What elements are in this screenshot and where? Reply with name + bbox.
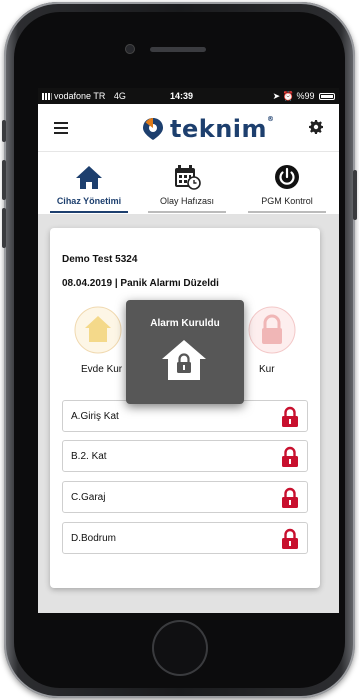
status-time: 14:39 xyxy=(170,91,194,101)
carrier: vodafone TR xyxy=(54,91,106,101)
device-card: Demo Test 5324 08.04.2019 | Panik Alarmı… xyxy=(50,228,320,588)
hamburger-menu-icon[interactable] xyxy=(54,122,68,134)
calendar-clock-icon xyxy=(175,165,201,190)
tab-label: Olay Hafızası xyxy=(159,196,215,206)
location-pin-logo-icon xyxy=(143,118,163,140)
last-event: 08.04.2019 | Panik Alarmı Düzeldi xyxy=(62,278,219,289)
location-icon: ➤ xyxy=(272,91,281,101)
zone-row[interactable]: B.2. Kat xyxy=(62,440,308,472)
gear-icon[interactable] xyxy=(309,120,323,134)
house-lock-icon xyxy=(162,340,206,380)
lock-icon[interactable] xyxy=(281,406,299,428)
lock-icon[interactable] xyxy=(281,487,299,509)
phone-screen: vodafone TR 4G 14:39 ➤ ⏰ %99 teknim® Cih… xyxy=(38,88,339,613)
zone-name: A.Giriş Kat xyxy=(71,411,119,422)
logo-wordmark: teknim xyxy=(170,115,268,143)
volume-down-button xyxy=(2,208,6,248)
status-right: ➤ ⏰ %99 xyxy=(273,91,335,102)
alarm-clock-icon: ⏰ xyxy=(282,91,294,101)
toast-title: Alarm Kuruldu xyxy=(150,318,220,329)
tab-label: PGM Kontrol xyxy=(261,196,313,206)
tab-bar: Cihaz Yönetimi Olay Hafızası PGM Kontrol xyxy=(38,152,339,214)
power-button xyxy=(353,170,357,220)
tab-olay-hafizasi[interactable]: Olay Hafızası xyxy=(144,152,230,214)
front-camera xyxy=(125,44,135,54)
battery-icon xyxy=(319,93,335,100)
network-type: 4G xyxy=(113,91,126,101)
zone-name: D.Bodrum xyxy=(71,533,117,544)
power-icon xyxy=(275,165,299,189)
tab-label: Cihaz Yönetimi xyxy=(56,196,122,206)
tab-underline xyxy=(50,211,128,213)
alarm-toast: Alarm Kuruldu xyxy=(126,300,244,404)
logo-text: teknim® xyxy=(170,115,275,143)
away-arm-label: Kur xyxy=(259,364,275,375)
status-left: vodafone TR 4G xyxy=(42,91,126,101)
device-name: Demo Test 5324 xyxy=(62,254,138,265)
zone-row[interactable]: A.Giriş Kat xyxy=(62,400,308,432)
home-button[interactable] xyxy=(152,620,208,676)
logo-registered: ® xyxy=(267,115,275,123)
tab-underline xyxy=(248,211,326,213)
tab-pgm-kontrol[interactable]: PGM Kontrol xyxy=(244,152,330,214)
home-arm-button[interactable] xyxy=(74,306,122,354)
away-arm-button[interactable] xyxy=(248,306,296,354)
tab-underline xyxy=(148,211,226,213)
zone-row[interactable]: C.Garaj xyxy=(62,481,308,513)
earpiece-speaker xyxy=(150,47,206,52)
mute-switch xyxy=(2,120,6,142)
lock-icon[interactable] xyxy=(281,446,299,468)
zone-row[interactable]: D.Bodrum xyxy=(62,522,308,554)
zone-name: C.Garaj xyxy=(71,492,106,503)
logo: teknim® xyxy=(142,115,275,143)
lock-icon[interactable] xyxy=(281,528,299,550)
home-arm-label: Evde Kur xyxy=(81,364,123,375)
app-header: teknim® xyxy=(38,104,339,152)
signal-icon xyxy=(42,93,52,100)
home-icon xyxy=(76,166,102,189)
zone-name: B.2. Kat xyxy=(71,451,107,462)
content-area: Demo Test 5324 08.04.2019 | Panik Alarmı… xyxy=(38,214,339,613)
tab-cihaz-yonetimi[interactable]: Cihaz Yönetimi xyxy=(46,152,132,214)
volume-up-button xyxy=(2,160,6,200)
battery-percent: %99 xyxy=(296,91,315,101)
status-bar: vodafone TR 4G 14:39 ➤ ⏰ %99 xyxy=(38,88,339,104)
